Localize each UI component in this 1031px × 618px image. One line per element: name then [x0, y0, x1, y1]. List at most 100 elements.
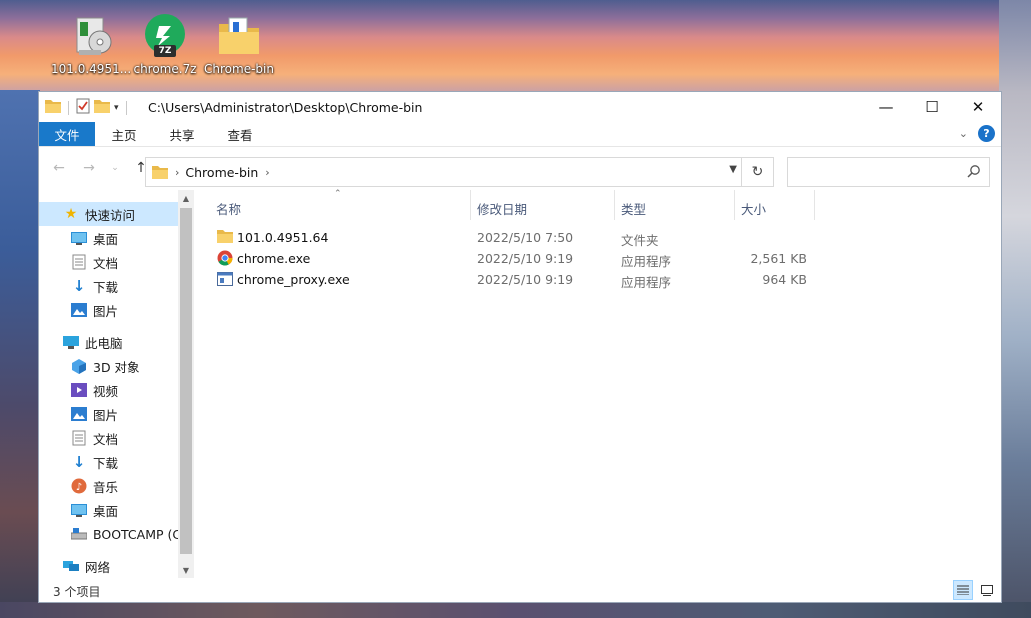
file-type: 文件夹	[621, 233, 659, 248]
details-view-icon[interactable]	[953, 580, 973, 600]
sidebar-item-label: 桌面	[93, 503, 119, 519]
sidebar-scrollbar[interactable]: ▲ ▼	[178, 190, 194, 578]
file-row[interactable]: chrome.exe 2022/5/10 9:19 应用程序 2,561 KB	[210, 248, 1000, 269]
navigation-bar: ← → ⌄ ↑ › Chrome-bin › ▼ ↻	[39, 146, 1001, 190]
column-name[interactable]: 名称	[216, 199, 241, 218]
sidebar-item-label: 下载	[93, 279, 119, 295]
large-icons-view-icon[interactable]	[977, 580, 997, 600]
sidebar-item-quick-access[interactable]: ★ 快速访问	[39, 202, 194, 226]
sidebar-item-pictures[interactable]: 图片	[39, 402, 194, 426]
sidebar-item-desktop[interactable]: 桌面	[39, 498, 194, 522]
address-bar[interactable]: › Chrome-bin › ▼ ↻	[145, 157, 774, 187]
desktop-icon-label: chrome.7z	[133, 62, 197, 76]
minimize-button[interactable]: —	[863, 92, 909, 122]
file-row[interactable]: chrome_proxy.exe 2022/5/10 9:19 应用程序 964…	[210, 269, 1000, 290]
tab-view[interactable]: 查看	[211, 122, 269, 146]
sidebar-item-bootcamp-drive[interactable]: BOOTCAMP (C	[39, 522, 194, 546]
file-type: 应用程序	[621, 275, 672, 290]
sidebar-item-label: 此电脑	[85, 335, 123, 351]
music-icon: ♪	[71, 478, 87, 494]
scroll-down-icon[interactable]: ▼	[178, 562, 194, 578]
help-button[interactable]: ?	[978, 125, 995, 142]
sidebar-item-documents[interactable]: 文档	[39, 426, 194, 450]
download-icon: ↓	[72, 453, 86, 471]
tab-file[interactable]: 文件	[39, 122, 95, 146]
desktop-wallpaper-bottom	[0, 602, 1031, 618]
file-explorer-window: ▾ C:\Users\Administrator\Desktop\Chrome-…	[38, 91, 1002, 603]
tab-home[interactable]: 主页	[95, 122, 153, 146]
file-type: 应用程序	[621, 254, 672, 269]
nav-pane-spacer	[39, 190, 194, 202]
breadcrumb[interactable]: Chrome-bin	[185, 165, 258, 180]
chevron-down-icon[interactable]: ▼	[729, 164, 737, 175]
svg-text:♪: ♪	[76, 482, 82, 493]
recent-locations-icon[interactable]: ⌄	[111, 163, 119, 173]
sidebar-item-label: 网络	[85, 559, 111, 575]
desktop-icon-chrome-bin[interactable]: Chrome-bin	[199, 12, 279, 76]
sort-ascending-icon: ⌃	[334, 189, 342, 199]
column-divider[interactable]	[814, 190, 815, 220]
download-icon: ↓	[72, 277, 86, 295]
file-row[interactable]: 101.0.4951.64 2022/5/10 7:50 文件夹	[210, 227, 1000, 248]
column-date[interactable]: 修改日期	[477, 199, 527, 218]
forward-arrow-icon[interactable]: →	[81, 160, 97, 176]
sidebar-item-desktop[interactable]: 桌面 📌	[39, 226, 194, 250]
computer-icon	[63, 334, 79, 350]
column-type[interactable]: 类型	[621, 199, 646, 218]
desktop-icon-installer[interactable]: 101.0.4951...	[51, 12, 131, 76]
documents-icon	[71, 254, 87, 270]
search-icon	[967, 164, 981, 181]
file-size: 2,561 KB	[750, 251, 807, 266]
view-buttons	[953, 580, 997, 600]
ribbon-right: ⌄ ?	[959, 125, 995, 142]
column-size[interactable]: 大小	[741, 199, 766, 218]
toolbar-divider	[125, 100, 127, 115]
properties-icon[interactable]	[76, 98, 90, 117]
sidebar-item-videos[interactable]: 视频	[39, 378, 194, 402]
chevron-right-icon[interactable]: ›	[175, 166, 179, 179]
item-count: 3 个项目	[53, 585, 101, 599]
sidebar-item-3d-objects[interactable]: 3D 对象	[39, 354, 194, 378]
column-divider[interactable]	[614, 190, 615, 220]
file-name: chrome_proxy.exe	[237, 272, 350, 287]
sidebar-item-this-pc[interactable]: 此电脑	[39, 330, 194, 354]
sidebar-item-downloads[interactable]: ↓ 下载	[39, 450, 194, 474]
desktop-icon-chrome-7z[interactable]: 7Z chrome.7z	[125, 12, 205, 76]
column-divider[interactable]	[470, 190, 471, 220]
drive-icon	[71, 526, 87, 542]
title-bar[interactable]: ▾ C:\Users\Administrator\Desktop\Chrome-…	[39, 92, 1001, 122]
sidebar-item-label: 3D 对象	[93, 359, 140, 375]
scrollbar-thumb[interactable]	[180, 208, 192, 554]
sidebar-item-documents[interactable]: 文档 📌	[39, 250, 194, 274]
file-size: 964 KB	[762, 272, 807, 287]
new-folder-icon[interactable]	[94, 99, 110, 116]
sidebar-item-music[interactable]: ♪ 音乐	[39, 474, 194, 498]
column-divider[interactable]	[734, 190, 735, 220]
refresh-button[interactable]: ↻	[741, 158, 773, 186]
desktop-icon	[71, 230, 87, 246]
column-headers: ⌃ 名称 修改日期 类型 大小	[210, 189, 1000, 222]
customize-toolbar-icon[interactable]: ▾	[114, 103, 119, 113]
search-input[interactable]	[787, 157, 990, 187]
folder-icon	[217, 229, 233, 245]
sidebar-item-label: 音乐	[93, 479, 119, 495]
documents-icon	[71, 430, 87, 446]
tab-share[interactable]: 共享	[153, 122, 211, 146]
chevron-right-icon[interactable]: ›	[265, 166, 269, 179]
scroll-up-icon[interactable]: ▲	[178, 190, 194, 206]
sidebar-item-downloads[interactable]: ↓ 下载 📌	[39, 274, 194, 298]
sidebar-item-label: 图片	[93, 303, 119, 319]
sidebar-item-label: 视频	[93, 383, 119, 399]
maximize-button[interactable]: ☐	[909, 92, 955, 122]
desktop-wallpaper-left	[0, 90, 40, 618]
back-arrow-icon[interactable]: ←	[51, 160, 67, 176]
sidebar-item-label: 图片	[93, 407, 119, 423]
pictures-icon	[71, 406, 87, 422]
sidebar-item-pictures[interactable]: 图片 📌	[39, 298, 194, 322]
sidebar-item-network[interactable]: 网络	[39, 554, 194, 578]
3d-objects-icon	[71, 358, 87, 374]
folder-icon	[215, 12, 263, 60]
close-button[interactable]: ✕	[955, 92, 1001, 122]
file-name: chrome.exe	[237, 251, 311, 266]
expand-ribbon-icon[interactable]: ⌄	[959, 127, 968, 140]
